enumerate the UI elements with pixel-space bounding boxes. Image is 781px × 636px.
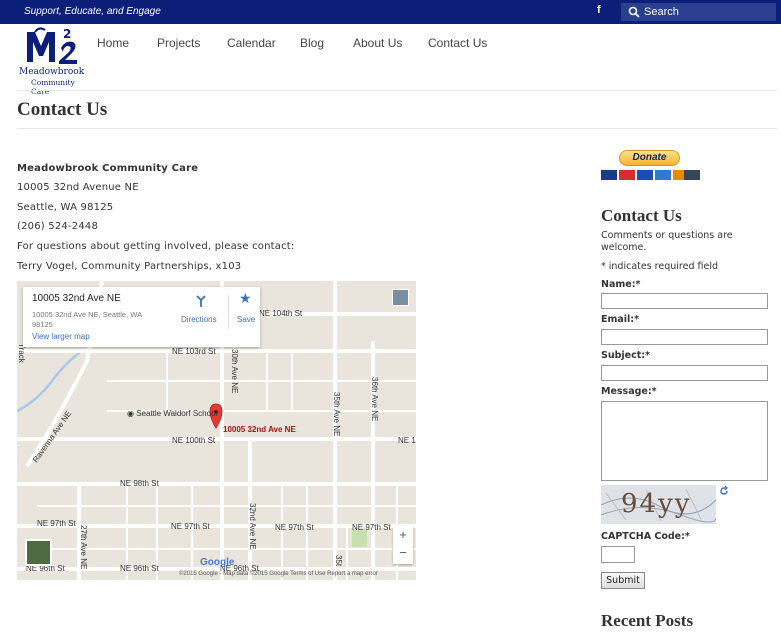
nav-contact-us[interactable]: Contact Us	[428, 36, 487, 50]
map-pin-label: 10005 32nd Ave NE	[223, 425, 296, 434]
map-street-label: NE 97th St	[275, 523, 314, 532]
logo-mark-icon: 2	[27, 27, 77, 64]
captcha-field[interactable]	[601, 546, 635, 563]
search-box[interactable]: Search	[621, 3, 776, 21]
contact-intro-line1: Comments or questions are	[601, 230, 733, 241]
nav-calendar[interactable]: Calendar	[227, 36, 276, 50]
site-logo[interactable]: 2 Meadowbrook Community Care	[17, 26, 85, 96]
facebook-icon[interactable]: f	[597, 4, 607, 20]
payment-cards	[601, 170, 700, 180]
map-street-label: 27th Ave NE	[79, 525, 88, 570]
map-street-label: NE 100th St	[172, 436, 216, 445]
maestro-card-icon	[601, 170, 617, 180]
map-street-label: NE 100	[398, 436, 416, 445]
star-icon[interactable]: ★	[239, 291, 252, 307]
view-larger-map-link[interactable]: View larger map	[32, 332, 90, 341]
recent-posts-heading: Recent Posts	[601, 611, 694, 630]
page-title: Contact Us	[17, 99, 108, 120]
email-label: Email:*	[601, 314, 640, 325]
contact-city: Seattle, WA 98125	[17, 202, 114, 213]
directions-icon[interactable]	[194, 294, 208, 308]
bank-icon	[684, 170, 700, 180]
map-attribution[interactable]: ©2015 Google · Map data ©2015 Google Ter…	[179, 571, 378, 577]
nav-about-us[interactable]: About Us	[353, 36, 402, 50]
name-field[interactable]	[601, 293, 768, 309]
map-card-title: 10005 32nd Ave NE	[32, 293, 121, 304]
map-street-label: NE 97th St	[37, 519, 76, 528]
site-tagline: Support, Educate, and Engage	[24, 6, 161, 17]
map-street-label: 32nd Ave NE	[248, 503, 257, 550]
google-map[interactable]: NE 104th St NE 103rd St NE 100th St NE 1…	[17, 281, 416, 580]
satellite-toggle[interactable]	[25, 539, 52, 566]
zoom-controls: + −	[393, 526, 413, 564]
map-street-label: 35th Ave NE	[332, 392, 341, 437]
svg-text:2: 2	[63, 27, 71, 41]
zoom-out-button[interactable]: −	[393, 544, 413, 562]
nav-projects[interactable]: Projects	[157, 36, 200, 50]
captcha-image: 94yy	[601, 485, 716, 524]
map-card-address: 10005 32nd Ave NE, Seattle, WA 98125	[32, 310, 142, 329]
contact-street: 10005 32nd Avenue NE	[17, 182, 139, 193]
search-icon	[628, 6, 640, 18]
refresh-captcha-icon[interactable]	[719, 486, 729, 496]
subject-label: Subject:*	[601, 350, 651, 361]
top-bar: Support, Educate, and Engage f Search	[0, 0, 781, 24]
header-divider	[17, 90, 777, 91]
contact-intro-line2: welcome.	[601, 242, 647, 253]
map-street-label: NE 104th St	[259, 309, 303, 318]
search-input[interactable]: Search	[644, 6, 679, 18]
card-separator	[228, 295, 229, 329]
message-field[interactable]	[601, 401, 768, 481]
captcha-label: CAPTCHA Code:*	[601, 531, 690, 542]
logo-name-line1: Meadowbrook	[19, 67, 85, 77]
required-note: * indicates required field	[601, 261, 719, 272]
street-view-icon[interactable]	[392, 289, 409, 306]
name-label: Name:*	[601, 279, 641, 290]
contact-questions: For questions about getting involved, pl…	[17, 241, 295, 252]
map-street-label: NE 97th St	[171, 522, 210, 531]
contact-person: Terry Vogel, Community Partnerships, x10…	[17, 261, 242, 272]
visa-card-icon	[637, 170, 653, 180]
map-street-label: NE 96th St	[120, 564, 159, 573]
nav-home[interactable]: Home	[97, 36, 129, 50]
title-divider	[17, 128, 777, 129]
map-street-label: NE 98th St	[120, 479, 159, 488]
sidebar-contact-heading: Contact Us	[601, 206, 682, 225]
amex-card-icon	[655, 170, 671, 180]
contact-phone: (206) 524-2448	[17, 221, 99, 232]
google-logo: Google	[200, 557, 235, 568]
map-street-label: NE 103rd St	[172, 347, 216, 356]
subject-field[interactable]	[601, 365, 768, 381]
donate-button[interactable]: Donate	[619, 150, 680, 166]
submit-button[interactable]: Submit	[601, 572, 645, 589]
nav-blog[interactable]: Blog	[300, 36, 324, 50]
directions-button[interactable]: Directions	[181, 315, 217, 324]
captcha-text: 94yy	[621, 489, 692, 519]
zoom-in-button[interactable]: +	[393, 526, 413, 544]
map-info-card: 10005 32nd Ave NE 10005 32nd Ave NE, Sea…	[23, 287, 260, 347]
email-field[interactable]	[601, 329, 768, 345]
save-button[interactable]: Save	[237, 315, 255, 324]
message-label: Message:*	[601, 386, 657, 397]
map-poi-label: ◉ Seattle Waldorf School	[127, 409, 218, 418]
map-street-label: 35t	[334, 555, 343, 567]
logo-name-line2: Community Care	[31, 78, 75, 96]
map-street-label: 36th Ave NE	[370, 377, 379, 422]
mastercard-icon	[619, 170, 635, 180]
map-street-label: 30th Ave NE	[230, 349, 239, 394]
poi-icon: ◉	[127, 409, 137, 418]
map-street-label: NE 97th St	[352, 523, 391, 532]
contact-org: Meadowbrook Community Care	[17, 163, 199, 174]
